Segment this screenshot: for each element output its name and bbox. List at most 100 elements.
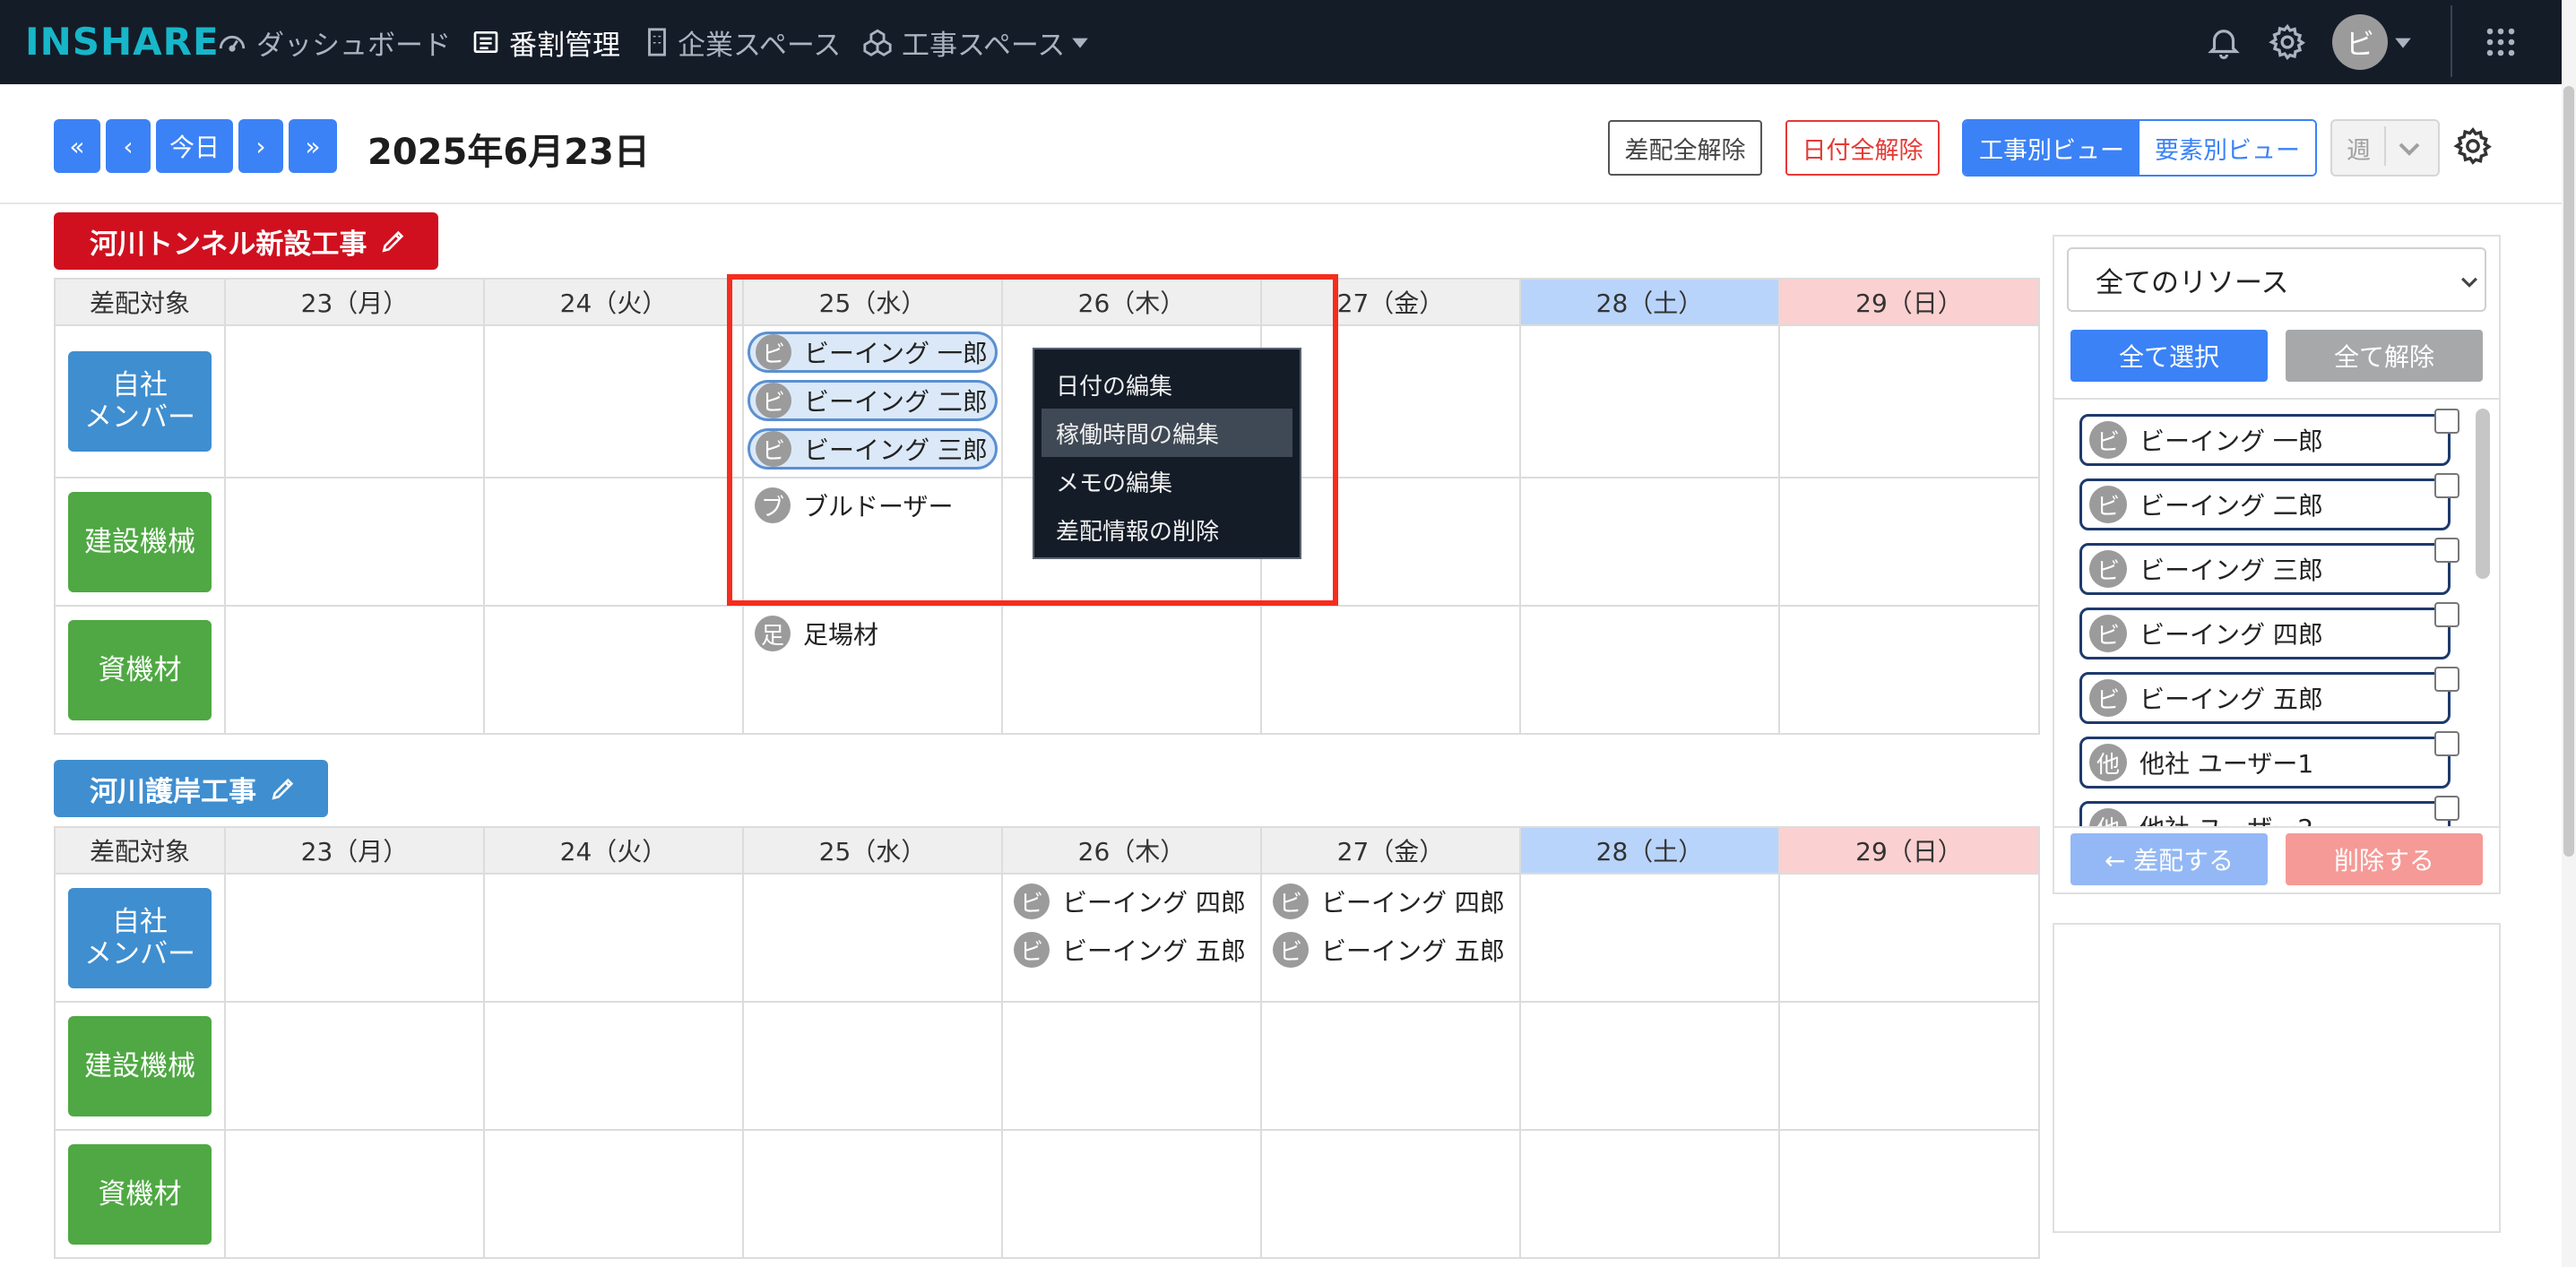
pencil-icon[interactable]	[379, 227, 408, 255]
schedule-cell[interactable]	[224, 477, 485, 607]
nav-schedule[interactable]: 番割管理	[471, 22, 620, 63]
schedule-cell[interactable]	[483, 324, 744, 478]
notification-button[interactable]	[2205, 0, 2243, 84]
assigned-resource[interactable]: ビビーイング 五郎	[1262, 928, 1519, 971]
nav-company-space[interactable]: 企業スペース	[645, 22, 841, 63]
menu-item-delete-assignment[interactable]: 差配情報の削除	[1034, 505, 1300, 554]
assigned-resource[interactable]: ビビーイング 五郎	[1003, 928, 1260, 971]
assigned-resource[interactable]: ビビーイング 四郎	[1003, 880, 1260, 923]
schedule-cell[interactable]: ビビーイング 四郎 ビビーイング 五郎	[1260, 873, 1521, 1003]
resource-filter-select[interactable]: 全てのリソース	[2067, 247, 2486, 312]
menu-item-edit-memo[interactable]: メモの編集	[1034, 457, 1300, 505]
period-select-value: 週	[2347, 136, 2371, 165]
schedule-cell[interactable]	[1001, 1129, 1262, 1259]
clear-all-assign-button[interactable]: 差配全解除	[1608, 120, 1762, 176]
resource-name: 他社 ユーザー1	[2139, 749, 2314, 779]
first-week-button[interactable]: «	[54, 119, 100, 173]
view-by-element-button[interactable]: 要素別ビュー	[2139, 121, 2315, 175]
schedule-cell[interactable]	[483, 873, 744, 1003]
project-tag[interactable]: 河川護岸工事	[54, 760, 328, 817]
page-scrollbar[interactable]	[2563, 86, 2574, 857]
resource-checkbox[interactable]	[2434, 731, 2459, 756]
apps-button[interactable]	[2485, 0, 2517, 84]
user-avatar: ビ	[2332, 14, 2388, 70]
delete-button[interactable]: 削除する	[2286, 833, 2483, 885]
schedule-cell[interactable]	[1778, 873, 2040, 1003]
schedule-cell[interactable]	[1778, 324, 2040, 478]
period-select[interactable]: 週	[2330, 119, 2440, 177]
resource-checkbox[interactable]	[2434, 796, 2459, 821]
calendar-settings-button[interactable]	[2452, 125, 2494, 170]
schedule-cell[interactable]	[483, 1129, 744, 1259]
view-by-project-button[interactable]: 工事別ビュー	[1964, 121, 2139, 175]
schedule-cell[interactable]	[742, 1001, 1003, 1131]
day-header-sunday: 29（日）	[1778, 278, 2040, 326]
resource-checkbox[interactable]	[2434, 602, 2459, 627]
nav-dashboard[interactable]: ダッシュボード	[217, 22, 451, 63]
resource-name: ビーイング 三郎	[2139, 556, 2323, 585]
schedule-cell[interactable]	[742, 873, 1003, 1003]
resource-list-item[interactable]: ビビーイング 二郎	[2079, 478, 2451, 530]
schedule-cell[interactable]	[1778, 1129, 2040, 1259]
last-week-button[interactable]: »	[289, 119, 337, 173]
schedule-cell[interactable]	[1519, 1129, 1780, 1259]
schedule-cell[interactable]	[1519, 477, 1780, 607]
schedule-cell[interactable]	[1519, 1001, 1780, 1131]
schedule-cell[interactable]	[483, 477, 744, 607]
schedule-cell[interactable]	[742, 1129, 1003, 1259]
day-header: 24（火）	[483, 278, 744, 326]
schedule-cell[interactable]	[1519, 324, 1780, 478]
schedule-cell[interactable]	[1519, 873, 1780, 1003]
schedule-cell[interactable]	[1519, 605, 1780, 735]
settings-button[interactable]	[2268, 0, 2307, 84]
schedule-cell[interactable]	[1260, 1129, 1521, 1259]
schedule-cell[interactable]	[1260, 1001, 1521, 1131]
assigned-resource[interactable]: 足足場材	[744, 612, 1001, 655]
nav-construction-space[interactable]: 工事スペース	[862, 22, 1099, 63]
resource-checkbox[interactable]	[2434, 409, 2459, 434]
schedule-cell[interactable]	[224, 324, 485, 478]
assigned-resource[interactable]: ビビーイング 四郎	[1262, 880, 1519, 923]
schedule-cell[interactable]: 足足場材	[742, 605, 1003, 735]
assign-button[interactable]: ← 差配する	[2070, 833, 2268, 885]
menu-item-edit-date[interactable]: 日付の編集	[1034, 360, 1300, 409]
schedule-cell[interactable]	[1001, 605, 1262, 735]
select-all-button[interactable]: 全て選択	[2070, 330, 2268, 382]
schedule-cell[interactable]	[224, 873, 485, 1003]
resource-list-item[interactable]: ビビーイング 五郎	[2079, 672, 2451, 724]
resource-avatar: ビ	[2089, 421, 2127, 459]
schedule-cell[interactable]	[1001, 1001, 1262, 1131]
schedule-cell[interactable]	[224, 605, 485, 735]
resource-list-item[interactable]: ビビーイング 四郎	[2079, 608, 2451, 659]
app-logo[interactable]: INSHARE	[25, 20, 220, 64]
deselect-all-button[interactable]: 全て解除	[2286, 330, 2483, 382]
resource-list-item[interactable]: 他他社 ユーザー2	[2079, 801, 2451, 826]
schedule-cell[interactable]	[1778, 1001, 2040, 1131]
schedule-cell[interactable]	[483, 1001, 744, 1131]
resource-checkbox[interactable]	[2434, 667, 2459, 692]
next-week-button[interactable]: ›	[238, 119, 283, 173]
resource-name: ビーイング 五郎	[1062, 936, 1246, 966]
user-menu[interactable]: ビ	[2332, 0, 2413, 84]
today-button[interactable]: 今日	[156, 119, 233, 173]
resource-list-item[interactable]: 他他社 ユーザー1	[2079, 737, 2451, 789]
schedule-cell[interactable]	[483, 605, 744, 735]
resource-list-item[interactable]: ビビーイング 一郎	[2079, 414, 2451, 466]
schedule-cell[interactable]	[224, 1001, 485, 1131]
schedule-cell[interactable]	[1778, 477, 2040, 607]
schedule-cell[interactable]	[1778, 605, 2040, 735]
schedule-cell[interactable]: ビビーイング 四郎 ビビーイング 五郎	[1001, 873, 1262, 1003]
resource-checkbox[interactable]	[2434, 538, 2459, 563]
schedule-cell[interactable]	[1260, 605, 1521, 735]
project-tag[interactable]: 河川トンネル新設工事	[54, 212, 438, 270]
schedule-cell[interactable]	[224, 1129, 485, 1259]
day-header: 25（水）	[742, 826, 1003, 875]
prev-week-button[interactable]: ‹	[106, 119, 151, 173]
clear-all-dates-button[interactable]: 日付全解除	[1785, 120, 1940, 176]
resource-list-item[interactable]: ビビーイング 三郎	[2079, 543, 2451, 595]
resource-list-scrollbar[interactable]	[2476, 409, 2490, 579]
menu-item-edit-hours[interactable]: 稼働時間の編集	[1042, 409, 1292, 457]
resource-name: ビーイング 四郎	[1321, 888, 1505, 918]
resource-checkbox[interactable]	[2434, 473, 2459, 498]
pencil-icon[interactable]	[269, 774, 298, 803]
